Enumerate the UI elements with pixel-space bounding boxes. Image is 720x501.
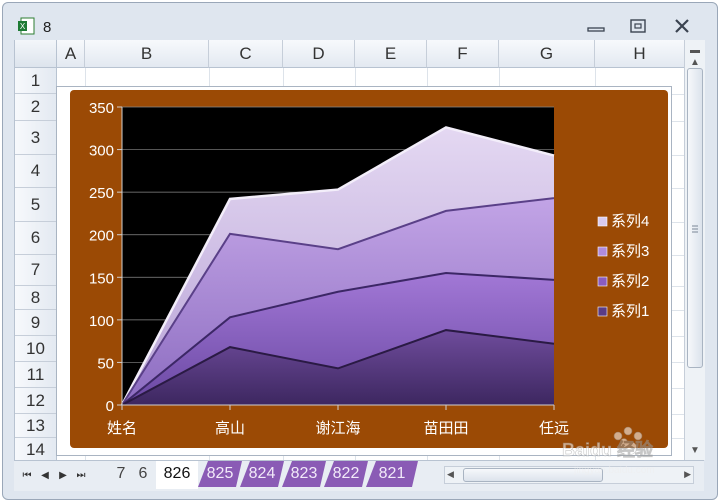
restore-button[interactable] [625, 15, 651, 37]
sheet-tab-821[interactable]: 821 [366, 461, 418, 487]
legend-label: 系列2 [611, 273, 649, 290]
sheet-tab-6[interactable]: 6 [132, 461, 154, 487]
select-all-corner[interactable] [15, 40, 57, 68]
legend-swatch [597, 276, 608, 287]
y-tick-label: 100 [89, 313, 114, 330]
sheet-tab-825[interactable]: 825 [198, 461, 242, 487]
column-header-f[interactable]: F [427, 40, 499, 68]
x-tick-label: 苗田田 [423, 420, 468, 437]
window-title: 8 [43, 19, 52, 36]
y-tick-label: 300 [89, 143, 114, 160]
row-header-6[interactable]: 6 [15, 222, 57, 255]
next-sheet-icon[interactable]: ▶ [56, 467, 70, 483]
sheet-tab-7[interactable]: 7 [110, 461, 132, 487]
row-header-8[interactable]: 8 [15, 286, 57, 310]
row-header-7[interactable]: 7 [15, 255, 57, 286]
restore-icon [630, 19, 646, 33]
last-sheet-icon[interactable]: ⏭ [74, 467, 88, 483]
baidu-watermark: Baidu 经验 jingyan.baidu.com [562, 426, 655, 476]
column-header-a[interactable]: A [57, 40, 85, 68]
column-header-b[interactable]: B [85, 40, 209, 68]
row-header-10[interactable]: 10 [15, 336, 57, 362]
sheet-tab-826[interactable]: 826 [156, 461, 198, 489]
row-header-2[interactable]: 2 [15, 94, 57, 121]
row-header-11[interactable]: 11 [15, 362, 57, 388]
y-tick-label: 150 [89, 270, 114, 287]
legend-label: 系列1 [611, 303, 649, 320]
legend-label: 系列3 [611, 243, 649, 260]
minimize-button[interactable] [583, 15, 609, 37]
column-header-g[interactable]: G [499, 40, 595, 68]
x-tick-label: 高山 [215, 420, 245, 437]
stacked-area-chart[interactable]: 050100150200250300350 姓名 高山 谢江海 苗田田 任远 系列4系列… [70, 90, 668, 448]
y-tick-label: 350 [89, 100, 114, 117]
minimize-icon [587, 27, 605, 32]
row-header-1[interactable]: 1 [15, 68, 57, 94]
legend-swatch [597, 306, 608, 317]
y-tick-label: 200 [89, 228, 114, 245]
vertical-scroll-thumb[interactable] [687, 68, 703, 368]
row-header-4[interactable]: 4 [15, 155, 57, 188]
row-header-5[interactable]: 5 [15, 188, 57, 222]
column-header-d[interactable]: D [283, 40, 355, 68]
sheet-tab-823[interactable]: 823 [282, 461, 326, 487]
excel-icon: X [18, 17, 35, 35]
watermark-subtext: jingyan.baidu.com [573, 465, 655, 476]
row-header-3[interactable]: 3 [15, 121, 57, 155]
svg-text:X: X [20, 22, 26, 31]
watermark-text: Baidu 经验 [562, 439, 654, 460]
y-tick-label: 50 [97, 355, 114, 372]
close-icon [675, 19, 689, 33]
y-tick-label: 0 [106, 398, 114, 415]
title-bar: X 8 [3, 3, 717, 43]
grip-icon [692, 225, 698, 233]
column-header-c[interactable]: C [209, 40, 283, 68]
x-tick-label: 谢江海 [315, 420, 360, 437]
column-header-e[interactable]: E [355, 40, 427, 68]
first-sheet-icon[interactable]: ⏮ [20, 467, 34, 483]
close-button[interactable] [669, 15, 695, 37]
vertical-scrollbar[interactable]: ▬ ▲ ▼ [684, 40, 705, 460]
legend-swatch [597, 246, 608, 257]
prev-sheet-icon[interactable]: ◀ [38, 467, 52, 483]
column-header-h[interactable]: H [595, 40, 685, 68]
legend-swatch [597, 216, 608, 227]
row-header-9[interactable]: 9 [15, 310, 57, 336]
y-tick-label: 250 [89, 185, 114, 202]
sheet-tab-824[interactable]: 824 [240, 461, 284, 487]
x-tick-label: 姓名 [107, 420, 137, 437]
legend-label: 系列4 [611, 213, 649, 230]
row-header-14[interactable]: 14 [15, 438, 57, 460]
row-header-13[interactable]: 13 [15, 414, 57, 438]
sheet-tab-822[interactable]: 822 [324, 461, 368, 487]
row-header-12[interactable]: 12 [15, 388, 57, 414]
scroll-left-button[interactable]: ◀ [447, 469, 454, 480]
